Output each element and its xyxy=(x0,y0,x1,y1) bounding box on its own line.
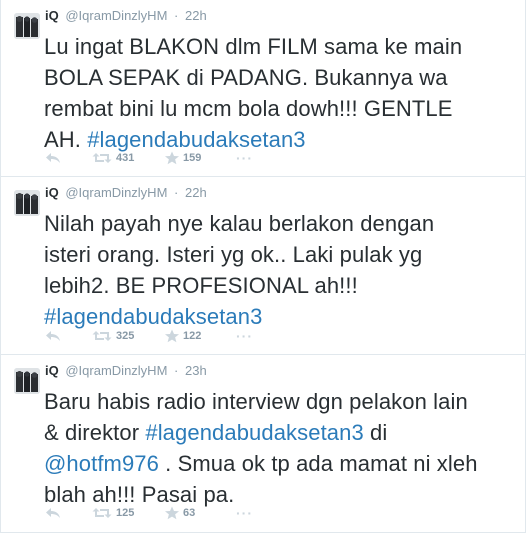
tweet-text-line: Nilah payah nye kalau berlakon dengan xyxy=(44,211,435,236)
tweet-text-fragment: & direktor xyxy=(44,420,146,445)
tweet-text-line: lebih2. BE PROFESIONAL ah!!! xyxy=(44,273,358,298)
star-icon xyxy=(164,329,180,343)
tweet-text: Lu ingat BLAKON dlm FILM sama ke main BO… xyxy=(44,31,514,155)
retweet-button[interactable]: 325 xyxy=(92,326,134,346)
timestamp[interactable]: 23h xyxy=(185,363,207,378)
hashtag-link[interactable]: #lagendabudaksetan3 xyxy=(44,304,262,329)
tweet-text-line: Lu ingat BLAKON dlm FILM sama ke main xyxy=(44,34,463,59)
avatar[interactable] xyxy=(14,368,40,394)
reply-button[interactable] xyxy=(45,326,61,346)
tweet-text-line: rembat bini lu mcm bola dowh!!! GENTLE xyxy=(44,96,453,121)
star-icon xyxy=(164,151,180,165)
username[interactable]: @IqramDinzlyHM xyxy=(65,363,167,378)
tweet-text-line: & direktor #lagendabudaksetan3 di xyxy=(44,417,514,448)
more-icon: ··· xyxy=(236,328,253,344)
fullname[interactable]: iQ xyxy=(45,363,59,378)
username[interactable]: @IqramDinzlyHM xyxy=(65,185,167,200)
reply-button[interactable] xyxy=(45,503,61,523)
reply-icon xyxy=(45,506,61,520)
tweet-header: iQ @IqramDinzlyHM · 22h xyxy=(45,183,207,203)
favorite-count: 122 xyxy=(183,330,202,342)
retweet-icon xyxy=(92,506,112,520)
tweet-text-fragment: . Smua ok tp ada mamat ni xleh xyxy=(158,451,478,476)
tweet-header: iQ @IqramDinzlyHM · 23h xyxy=(45,361,207,381)
timestamp[interactable]: 22h xyxy=(185,8,207,23)
more-icon: ··· xyxy=(236,150,253,166)
favorite-button[interactable]: 159 xyxy=(164,148,201,168)
retweet-icon xyxy=(92,151,112,165)
more-button[interactable]: ··· xyxy=(236,148,253,168)
more-icon: ··· xyxy=(236,505,253,521)
hashtag-link[interactable]: #lagendabudaksetan3 xyxy=(145,420,363,445)
tweet-text-line: @hotfm976 . Smua ok tp ada mamat ni xleh xyxy=(44,448,514,479)
more-button[interactable]: ··· xyxy=(236,503,253,523)
tweet-text-fragment: di xyxy=(363,420,388,445)
tweet[interactable]: iQ @IqramDinzlyHM · 23h Baru habis radio… xyxy=(1,355,525,533)
fullname[interactable]: iQ xyxy=(45,185,59,200)
retweet-button[interactable]: 431 xyxy=(92,148,134,168)
tweet[interactable]: iQ @IqramDinzlyHM · 22h Lu ingat BLAKON … xyxy=(1,0,525,177)
retweet-icon xyxy=(92,329,112,343)
star-icon xyxy=(164,506,180,520)
avatar[interactable] xyxy=(14,13,40,39)
tweet-header: iQ @IqramDinzlyHM · 22h xyxy=(45,6,207,26)
reply-icon xyxy=(45,151,61,165)
avatar[interactable] xyxy=(14,190,40,216)
retweet-count: 431 xyxy=(116,152,135,164)
separator: · xyxy=(174,185,179,200)
favorite-button[interactable]: 122 xyxy=(164,326,201,346)
favorite-count: 63 xyxy=(183,507,196,519)
tweet[interactable]: iQ @IqramDinzlyHM · 22h Nilah payah nye … xyxy=(1,177,525,355)
more-button[interactable]: ··· xyxy=(236,326,253,346)
retweet-count: 325 xyxy=(116,330,135,342)
separator: · xyxy=(174,8,179,23)
timestamp[interactable]: 22h xyxy=(185,185,207,200)
timeline: iQ @IqramDinzlyHM · 22h Lu ingat BLAKON … xyxy=(0,0,526,533)
tweet-text-line: BOLA SEPAK di PADANG. Bukannya wa xyxy=(44,65,448,90)
username[interactable]: @IqramDinzlyHM xyxy=(65,8,167,23)
fullname[interactable]: iQ xyxy=(45,8,59,23)
retweet-count: 125 xyxy=(116,507,135,519)
mention-link[interactable]: @hotfm976 xyxy=(44,451,159,476)
favorite-count: 159 xyxy=(183,152,202,164)
favorite-button[interactable]: 63 xyxy=(164,503,195,523)
tweet-text-line: Baru habis radio interview dgn pelakon l… xyxy=(44,389,468,414)
tweet-text-line: isteri orang. Isteri yg ok.. Laki pulak … xyxy=(44,242,423,267)
retweet-button[interactable]: 125 xyxy=(92,503,134,523)
reply-icon xyxy=(45,329,61,343)
separator: · xyxy=(174,363,179,378)
tweet-text: Nilah payah nye kalau berlakon dengan is… xyxy=(44,208,514,332)
tweet-text: Baru habis radio interview dgn pelakon l… xyxy=(44,386,514,510)
reply-button[interactable] xyxy=(45,148,61,168)
